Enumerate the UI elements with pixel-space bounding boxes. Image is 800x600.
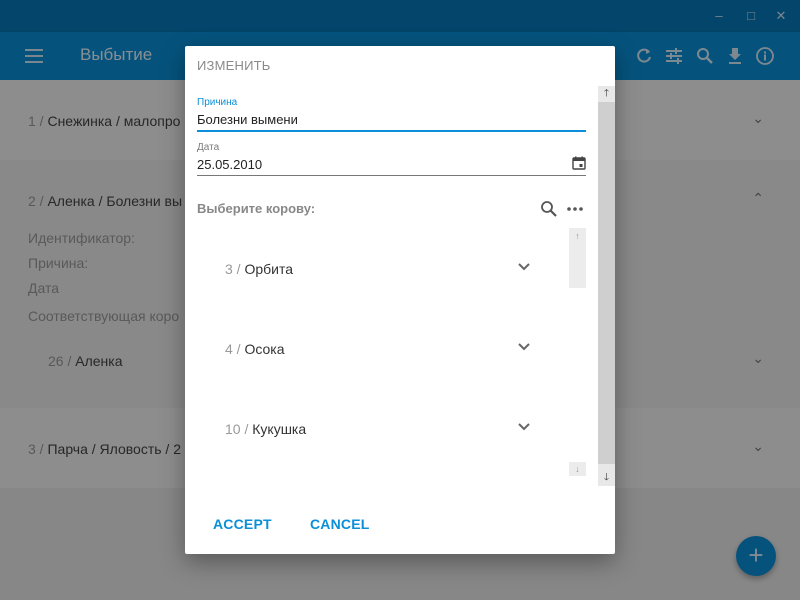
date-underline <box>197 175 586 176</box>
accept-button[interactable]: ACCEPT <box>213 516 272 532</box>
list-item[interactable]: 3 / Орбита <box>197 228 567 308</box>
list-scrollbar[interactable]: ↑ ↓ <box>569 228 586 476</box>
dialog-title: ИЗМЕНИТЬ <box>197 58 271 73</box>
scroll-down-icon[interactable]: ↓ <box>569 462 586 476</box>
date-label: Дата <box>197 142 220 153</box>
calendar-icon[interactable] <box>572 156 586 170</box>
pick-cow-label: Выберите корову: <box>197 201 316 216</box>
cow-name: Кукушка <box>252 421 307 437</box>
chevron-down-icon[interactable] <box>517 342 531 352</box>
date-input[interactable] <box>197 153 586 175</box>
reason-field: Причина <box>197 97 586 132</box>
cow-name: Орбита <box>244 261 294 277</box>
scroll-up-icon[interactable]: ↑ <box>569 228 586 288</box>
reason-input[interactable] <box>197 108 586 130</box>
edit-dialog: ИЗМЕНИТЬ Причина Дата Выберите корову: 3… <box>185 46 615 554</box>
scrollbar-thumb[interactable] <box>598 102 615 464</box>
scroll-down-icon[interactable]: 🡓 <box>598 470 615 486</box>
more-horizontal-icon[interactable] <box>566 200 584 218</box>
cow-number: 10 / <box>225 421 249 437</box>
cow-list: 3 / Орбита 4 / Осока 10 / Кукушка ↑ ↓ <box>197 228 586 476</box>
cancel-button[interactable]: CANCEL <box>310 516 370 532</box>
list-item[interactable]: 10 / Кукушка <box>197 388 567 468</box>
cow-number: 4 / <box>225 341 241 357</box>
cow-number: 3 / <box>225 261 241 277</box>
chevron-down-icon[interactable] <box>517 422 531 432</box>
dialog-scrollbar[interactable]: 🡑 🡓 <box>598 86 615 486</box>
list-item[interactable]: 4 / Осока <box>197 308 567 388</box>
reason-label: Причина <box>197 97 238 108</box>
cow-name: Осока <box>244 341 285 357</box>
date-field: Дата <box>197 142 586 176</box>
chevron-down-icon[interactable] <box>517 262 531 272</box>
search-icon[interactable] <box>540 200 558 218</box>
reason-underline <box>197 130 586 132</box>
scroll-up-icon[interactable]: 🡑 <box>598 86 615 102</box>
